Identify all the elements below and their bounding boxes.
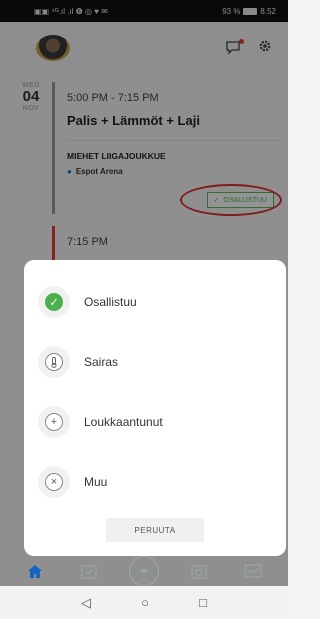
option-icon-bg bbox=[38, 346, 70, 378]
option-icon-bg: × bbox=[38, 466, 70, 498]
attendance-sheet: ✓ Osallistuu Sairas + Loukkaantunut × Mu… bbox=[24, 260, 286, 556]
option-icon-bg: ✓ bbox=[38, 286, 70, 318]
system-nav-bar: ◁ ○ □ bbox=[0, 586, 288, 619]
option-sairas[interactable]: Sairas bbox=[24, 332, 286, 392]
thermometer-icon bbox=[45, 353, 63, 371]
add-icon[interactable]: + bbox=[129, 556, 159, 586]
back-icon[interactable]: ◁ bbox=[81, 595, 91, 611]
option-osallistuu[interactable]: ✓ Osallistuu bbox=[24, 272, 286, 332]
x-icon: × bbox=[45, 473, 63, 491]
option-label: Loukkaantunut bbox=[84, 415, 163, 429]
cancel-button[interactable]: PERUUTA bbox=[106, 518, 204, 542]
option-icon-bg: + bbox=[38, 406, 70, 438]
calendar-grid-icon[interactable] bbox=[185, 559, 213, 583]
calendar-icon[interactable] bbox=[75, 559, 103, 583]
bottom-tab-bar: + bbox=[0, 556, 288, 586]
option-label: Osallistuu bbox=[84, 295, 137, 309]
option-muu[interactable]: × Muu bbox=[24, 452, 286, 512]
check-icon: ✓ bbox=[45, 293, 63, 311]
plus-icon: + bbox=[45, 413, 63, 431]
home-icon[interactable] bbox=[21, 559, 49, 583]
home-button-icon[interactable]: ○ bbox=[141, 595, 149, 610]
option-loukkaantunut[interactable]: + Loukkaantunut bbox=[24, 392, 286, 452]
option-label: Muu bbox=[84, 475, 108, 489]
option-label: Sairas bbox=[84, 355, 119, 369]
recents-icon[interactable]: □ bbox=[199, 595, 207, 610]
chart-icon[interactable] bbox=[239, 559, 267, 583]
